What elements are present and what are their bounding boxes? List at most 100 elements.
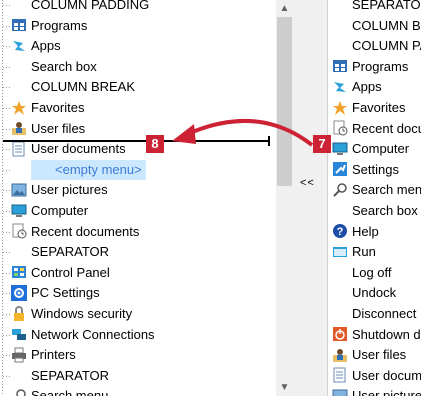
user-files-icon — [12, 122, 26, 136]
tree-branch-line — [3, 355, 11, 357]
tree-item-label: Windows security — [31, 306, 133, 321]
tree-branch-line — [3, 211, 11, 212]
left-vertical-scrollbar[interactable]: ▲ ▼ — [276, 0, 293, 396]
programs-icon — [333, 60, 347, 73]
tree-item-label: COLUMN BREAK — [31, 79, 136, 95]
tree-item-separator[interactable]: SEPARATOR — [11, 242, 109, 262]
tree-branch-line — [3, 272, 11, 274]
tree-item-search-box[interactable]: Search box — [11, 57, 97, 77]
available-item-programs[interactable]: Programs — [332, 57, 408, 77]
available-item-user-files[interactable]: User files — [332, 345, 406, 365]
tree-item-user-pictures[interactable]: User pictures — [11, 180, 108, 200]
transfer-buttons-area: << — [293, 0, 327, 396]
tree-item-column-padding[interactable]: COLUMN PADDING — [11, 0, 149, 15]
available-item-label: Run — [352, 244, 376, 260]
tree-item-label: Network Connections — [31, 326, 155, 342]
tree-branch-line — [3, 231, 11, 233]
available-item-column-padding[interactable]: COLUMN PADDING — [332, 36, 421, 56]
available-item-search-box[interactable]: Search box — [332, 201, 418, 221]
settings-icon — [333, 162, 347, 177]
tree-item-search-menu[interactable]: Search menu — [11, 386, 108, 396]
scroll-up-arrow-icon[interactable]: ▲ — [276, 0, 293, 17]
available-item-label: Search menu — [352, 182, 421, 198]
tree-item-label: User documents — [31, 141, 126, 157]
move-left-button[interactable]: << — [300, 177, 315, 189]
available-item-apps[interactable]: Apps — [332, 77, 382, 97]
control-panel-icon — [12, 266, 26, 279]
scrollbar-thumb[interactable] — [277, 17, 292, 186]
favorites-icon — [333, 100, 347, 115]
tree-item-column-break[interactable]: COLUMN BREAK — [11, 77, 135, 97]
search-menu-icon — [16, 389, 26, 396]
tree-branch-line — [3, 293, 11, 295]
tree-item-label: Printers — [31, 347, 76, 363]
tree-item-pc-settings[interactable]: PC Settings — [11, 283, 100, 303]
tree-item-apps[interactable]: Apps — [11, 36, 61, 56]
available-item-search-menu[interactable]: Search menu — [332, 180, 421, 200]
network-icon — [12, 329, 26, 341]
tree-branch-line — [3, 190, 11, 192]
programs-icon — [12, 19, 26, 32]
available-item-undock[interactable]: Undock — [332, 283, 396, 303]
tree-branch-line — [3, 169, 11, 171]
tree-branch-line — [3, 314, 11, 315]
apps-icon — [13, 40, 25, 51]
tree-branch-line — [3, 87, 11, 89]
step-badge-7: 7 — [313, 135, 331, 153]
available-item-separator[interactable]: SEPARATOR — [332, 0, 421, 15]
svg-text:?: ? — [337, 226, 344, 238]
tree-item-label: Search menu — [31, 388, 109, 396]
available-item-label: Recent documents — [352, 120, 421, 136]
available-item-label: Apps — [352, 79, 382, 95]
tree-item-label: Apps — [31, 38, 61, 54]
tree-item-label: User pictures — [31, 182, 108, 198]
available-item-label: Settings — [352, 161, 399, 177]
tree-branch-line — [3, 149, 11, 151]
shutdown-icon — [333, 327, 347, 342]
scroll-down-arrow-icon[interactable]: ▼ — [276, 379, 293, 396]
tree-item-printers[interactable]: Printers — [11, 345, 76, 365]
available-item-log-off[interactable]: Log off — [332, 263, 392, 283]
printers-icon — [12, 347, 26, 363]
tree-item-separator[interactable]: SEPARATOR — [11, 366, 109, 386]
tree-branch-line — [3, 25, 11, 27]
left-menu-tree[interactable]: COLUMN PADDING Programs Apps Search box COLU… — [0, 0, 276, 396]
available-item-help[interactable]: ? Help — [332, 222, 379, 242]
available-item-run[interactable]: Run — [332, 242, 376, 262]
available-item-recent-documents[interactable]: Recent documents — [332, 119, 421, 139]
favorites-icon — [12, 100, 26, 115]
user-documents-icon — [12, 141, 25, 157]
tree-item-label: Control Panel — [31, 264, 110, 280]
tree-item-programs[interactable]: Programs — [11, 16, 87, 36]
available-item-disconnect[interactable]: Disconnect — [332, 304, 416, 324]
tree-item-computer[interactable]: Computer — [11, 201, 88, 221]
available-items-list[interactable]: SEPARATOR COLUMN BREAK COLUMN PADDING Progr… — [327, 0, 421, 396]
tree-branch-line — [3, 128, 11, 130]
tree-item-empty-menu[interactable]: <empty menu> — [31, 159, 146, 180]
computer-icon — [11, 204, 27, 217]
tree-branch-line — [3, 375, 11, 377]
available-item-settings[interactable]: Settings — [332, 160, 399, 180]
tree-item-favorites[interactable]: Favorites — [11, 98, 84, 118]
tree-item-network-connections[interactable]: Network Connections — [11, 325, 155, 345]
available-item-label: Log off — [352, 264, 392, 280]
available-item-favorites[interactable]: Favorites — [332, 98, 405, 118]
tree-item-control-panel[interactable]: Control Panel — [11, 263, 110, 283]
available-item-computer[interactable]: Computer — [332, 139, 409, 159]
available-item-label: Programs — [352, 58, 409, 74]
available-item-user-documents[interactable]: User documents — [332, 366, 421, 386]
available-item-user-pictures[interactable]: User pictures — [332, 386, 421, 396]
tree-item-recent-documents[interactable]: Recent documents — [11, 222, 139, 242]
available-item-column-break[interactable]: COLUMN BREAK — [332, 16, 421, 36]
tree-item-windows-security[interactable]: Windows security — [11, 304, 132, 324]
tree-branch-line — [3, 252, 11, 254]
tree-branch-line — [3, 5, 11, 6]
available-item-shutdown-dialog[interactable]: Shutdown dialog — [332, 325, 421, 345]
tree-item-label: Programs — [31, 17, 88, 33]
tree-item-user-files[interactable]: User files — [11, 119, 85, 139]
user-files-icon — [333, 348, 347, 362]
available-item-label: Shutdown dialog — [352, 326, 421, 342]
tree-item-user-documents[interactable]: User documents — [11, 139, 126, 159]
available-item-label: Search box — [352, 203, 418, 218]
available-item-label: Help — [352, 223, 379, 239]
